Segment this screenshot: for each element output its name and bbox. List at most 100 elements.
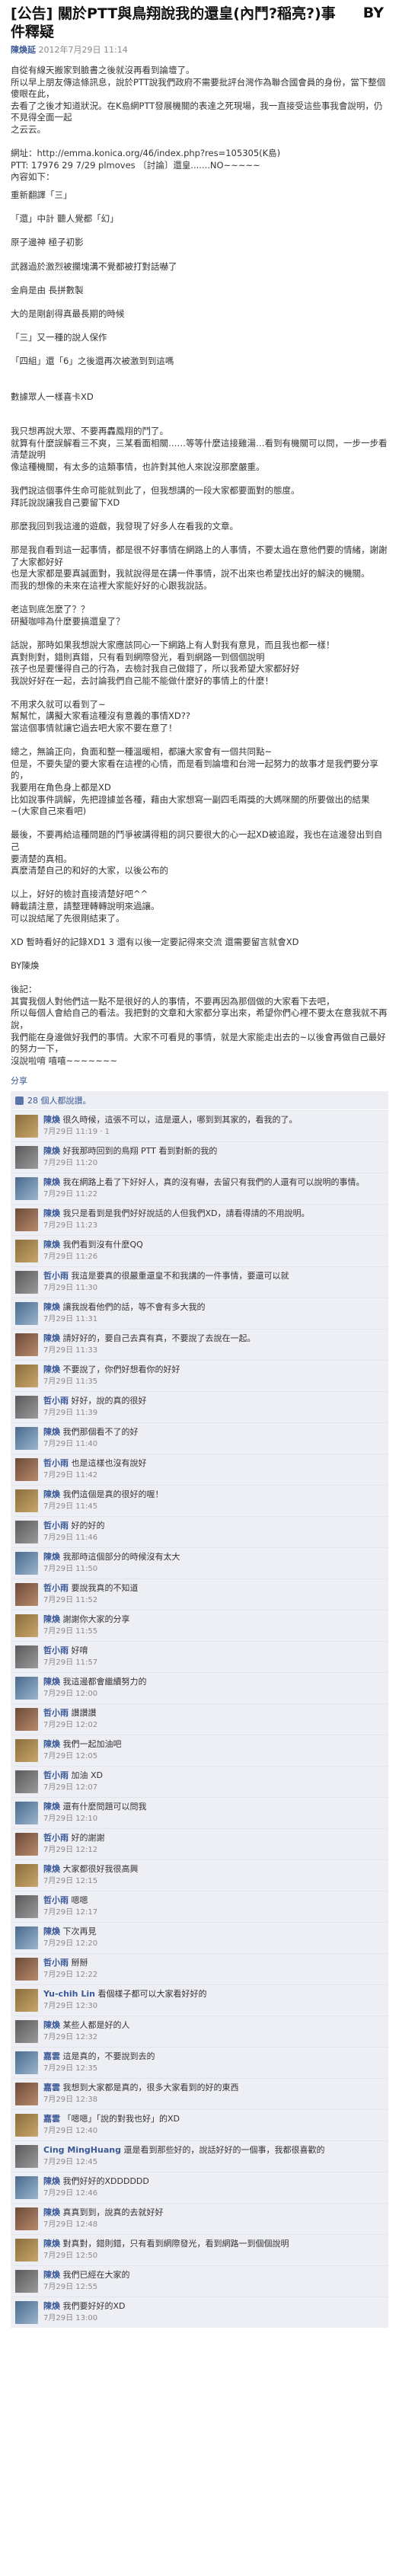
avatar[interactable] <box>15 1271 38 1294</box>
avatar[interactable] <box>15 1926 38 1950</box>
comment-author[interactable]: 陳煥 <box>43 2020 60 2030</box>
likes-count[interactable]: 28 個人都說讚。 <box>27 1094 91 1106</box>
comment-author[interactable]: 陳煥 <box>43 1208 60 1218</box>
avatar[interactable] <box>15 1489 38 1513</box>
avatar[interactable] <box>15 1770 38 1794</box>
avatar[interactable] <box>15 2020 38 2044</box>
comment-author[interactable]: 陳煥 <box>43 1115 60 1125</box>
comment-body: 陳煥 大家都很好我很高興 7月29日 12:15 <box>43 1864 384 1887</box>
body-paragraph <box>11 924 388 937</box>
comment-author[interactable]: 哲小雨 <box>43 1770 69 1780</box>
comment-author[interactable]: Cing MingHuang <box>43 2145 121 2155</box>
avatar[interactable] <box>15 1583 38 1607</box>
comment-author[interactable]: 陳煥 <box>43 1489 60 1499</box>
comment-author[interactable]: 嘉雲 <box>43 2114 60 2124</box>
comment-author[interactable]: 哲小雨 <box>43 1646 69 1655</box>
avatar[interactable] <box>15 1177 38 1201</box>
avatar[interactable] <box>15 1552 38 1575</box>
avatar[interactable] <box>15 1989 38 2013</box>
comment-author[interactable]: 陳煥 <box>43 1427 60 1437</box>
avatar[interactable] <box>15 1958 38 1981</box>
avatar[interactable] <box>15 1864 38 1888</box>
avatar[interactable] <box>15 2301 38 2325</box>
comment-author[interactable]: 嘉雲 <box>43 2051 60 2061</box>
comment-author[interactable]: 陳煥 <box>43 1302 60 1312</box>
avatar[interactable] <box>15 1396 38 1419</box>
avatar[interactable] <box>15 2083 38 2106</box>
avatar[interactable] <box>15 1895 38 1919</box>
comment: 陳煥 我們要好好的XD 7月29日 13:00 <box>11 2297 388 2328</box>
comment-author[interactable]: 哲小雨 <box>43 1958 69 1968</box>
comment-author[interactable]: 陳煥 <box>43 1677 60 1687</box>
comment-author[interactable]: 嘉雲 <box>43 2083 60 2092</box>
avatar[interactable] <box>15 2145 38 2169</box>
avatar[interactable] <box>15 1365 38 1388</box>
comment-text: 很久時候，這張不可以，這是還人，哪到到其家的，看我的了。 <box>62 1115 298 1125</box>
comment-author[interactable]: 陳煥 <box>43 1177 60 1187</box>
comment-text: 嗯嗯 <box>71 1895 88 1906</box>
comment-text: 我們已經在大家的 <box>62 2270 130 2281</box>
avatar[interactable] <box>15 1333 38 1357</box>
avatar[interactable] <box>15 2239 38 2262</box>
avatar[interactable] <box>15 1208 38 1232</box>
comment-body: Cing MingHuang 還是看到那些好的，說話好好的一個事，我都很喜歡的 7… <box>43 2145 384 2168</box>
avatar[interactable] <box>15 2176 38 2200</box>
body-paragraph: 要清楚的真相。 <box>11 853 72 864</box>
comment-author[interactable]: 陳煥 <box>43 1926 60 1936</box>
avatar[interactable] <box>15 1646 38 1669</box>
comment-author[interactable]: 陳煥 <box>43 1333 60 1343</box>
avatar[interactable] <box>15 1677 38 1700</box>
comment-author[interactable]: 哲小雨 <box>43 1583 69 1593</box>
comment-author[interactable]: 陳煥 <box>43 2270 60 2280</box>
comment-body: 陳煥 我只是看到是我們好好說話的人但我們XD，請看得請的不用說明。 7月29日 1… <box>43 1208 384 1231</box>
avatar[interactable] <box>15 1521 38 1544</box>
avatar[interactable] <box>15 1708 38 1732</box>
comment-author[interactable]: 陳煥 <box>43 2239 60 2249</box>
comment-author[interactable]: 陳煥 <box>43 1365 60 1374</box>
comment-body: 陳煥 我們看到沒有什麼QQ 7月29日 11:26 <box>43 1240 384 1262</box>
avatar[interactable] <box>15 1427 38 1451</box>
comment-author[interactable]: 陳煥 <box>43 1802 60 1811</box>
avatar[interactable] <box>15 2207 38 2231</box>
comment-author[interactable]: 哲小雨 <box>43 1895 69 1905</box>
avatar[interactable] <box>15 1302 38 1326</box>
comment-author[interactable]: 陳煥 <box>43 2301 60 2311</box>
comment-author[interactable]: 陳煥 <box>43 2176 60 2186</box>
comment-author[interactable]: 陳煥 <box>43 1614 60 1624</box>
avatar[interactable] <box>15 2051 38 2075</box>
avatar[interactable] <box>15 2114 38 2137</box>
avatar[interactable] <box>15 1458 38 1482</box>
comment-author[interactable]: 陳煥 <box>43 2207 60 2217</box>
avatar[interactable] <box>15 2270 38 2294</box>
comment-body: 陳煥 還有什麼問題可以問我 7月29日 12:10 <box>43 1802 384 1824</box>
comment-author[interactable]: 哲小雨 <box>43 1458 69 1468</box>
avatar[interactable] <box>15 1240 38 1263</box>
comment-author[interactable]: 陳煥 <box>43 1240 60 1250</box>
comment-author[interactable]: 陳煥 <box>43 1552 60 1562</box>
avatar[interactable] <box>15 1833 38 1856</box>
author-link[interactable]: 陳煥延 <box>11 45 36 55</box>
avatar[interactable] <box>15 1146 38 1170</box>
comment-author[interactable]: 哲小雨 <box>43 1833 69 1843</box>
avatar[interactable] <box>15 1802 38 1825</box>
comment-body: 陳煥 好我那時回到的鳥翔 PTT 看到對新的我的 7月29日 11:20 <box>43 1146 384 1169</box>
comment-author[interactable]: 哲小雨 <box>43 1396 69 1406</box>
comment-author[interactable]: 陳煥 <box>43 1739 60 1749</box>
body-paragraph <box>11 627 388 640</box>
comment-author[interactable]: 陳煥 <box>43 1864 60 1874</box>
comment-author[interactable]: Yu-chih Lin <box>43 1989 95 1999</box>
comment-author[interactable]: 哲小雨 <box>43 1708 69 1718</box>
body-paragraph: 我只想再說大眾、不要再轟鳳翔的鬥了。 <box>11 426 168 437</box>
comment-meta: 7月29日 12:35 <box>43 2064 98 2073</box>
share-link[interactable]: 分享 <box>11 1076 27 1086</box>
body-paragraph: 那是我自看到這一起事情，都是很不好事情在網路上的人事情，不要太過在意他們要的情緒… <box>11 544 388 567</box>
avatar[interactable] <box>15 1614 38 1638</box>
comment-author[interactable]: 陳煥 <box>43 1146 60 1156</box>
avatar[interactable] <box>15 1115 38 1138</box>
body-paragraph: 內容如下： <box>11 171 55 183</box>
avatar[interactable] <box>15 1739 38 1763</box>
comment-author[interactable]: 哲小雨 <box>43 1521 69 1531</box>
comment-meta: 7月29日 12:22 <box>43 1971 98 1980</box>
comment-author[interactable]: 哲小雨 <box>43 1271 69 1281</box>
body-paragraph <box>11 592 388 605</box>
